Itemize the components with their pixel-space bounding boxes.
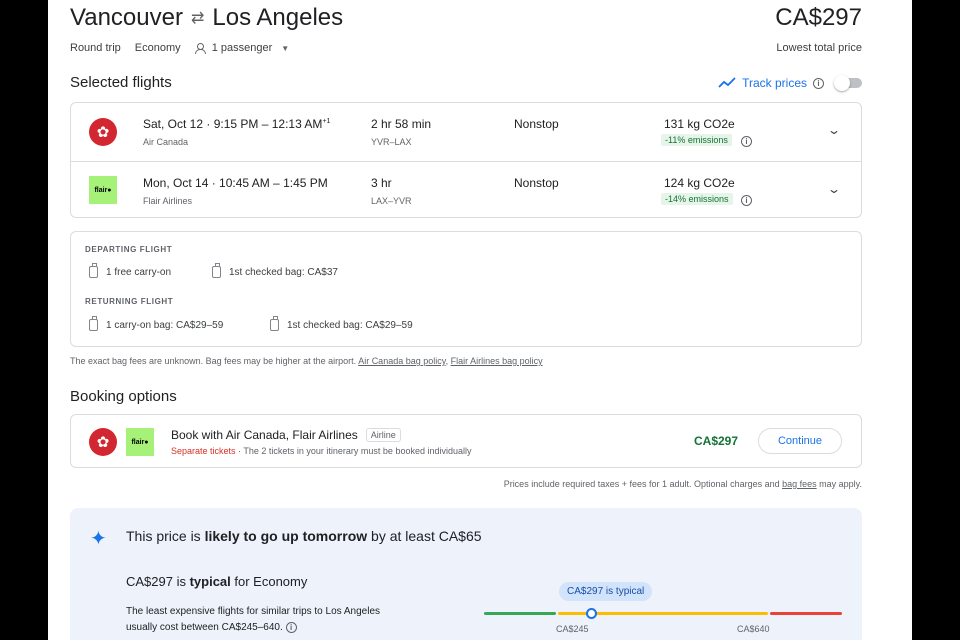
flight-airports: LAX–YVR — [371, 196, 412, 206]
current-price-marker — [586, 608, 597, 619]
next-day-indicator: +1 — [322, 118, 331, 125]
checked-bag-icon — [270, 316, 279, 331]
price-level-value: typical — [189, 574, 231, 589]
returning-flight-header: RETURNING FLIGHT — [85, 297, 174, 306]
trip-type: Round trip — [70, 42, 121, 54]
flight-airline: Flair Airlines — [143, 196, 193, 206]
continue-button[interactable]: Continue — [758, 428, 842, 454]
price-level-suffix: for Economy — [230, 574, 308, 589]
total-price: CA$297 — [775, 4, 862, 31]
departing-checked-bag-text: 1st checked bag: CA$37 — [229, 266, 338, 278]
air-canada-logo: ✿ — [89, 428, 117, 456]
booking-options-title: Booking options — [70, 388, 177, 405]
info-icon[interactable]: i — [813, 77, 824, 89]
bag-note-text: The exact bag fees are unknown. Bag fees… — [70, 356, 359, 366]
booking-price: CA$297 — [694, 434, 739, 448]
separate-tickets-note: · The 2 tickets in your itinerary must b… — [235, 446, 472, 456]
sparkle-icon: ✦ — [90, 528, 107, 550]
air-canada-logo: ✿ — [89, 118, 117, 146]
price-prediction: This price is likely to go up tomorrow b… — [126, 528, 482, 544]
booking-option-card: ✿ flair● Book with Air Canada, Flair Air… — [70, 414, 862, 468]
fee-note-suffix: may apply. — [816, 479, 862, 489]
bag-fees-card: DEPARTING FLIGHT 1 free carry-on 1st che… — [70, 231, 862, 347]
info-icon[interactable]: i — [285, 622, 297, 633]
trend-icon — [718, 77, 736, 88]
price-level-summary: CA$297 is typical for Economy — [126, 574, 307, 589]
prediction-prefix: This price is — [126, 528, 205, 544]
price-insights-panel: ✦ This price is likely to go up tomorrow… — [70, 508, 862, 640]
flight-airports: YVR–LAX — [371, 137, 412, 147]
cabin-class: Economy — [134, 42, 181, 54]
range-high-label: CA$640 — [737, 624, 770, 634]
price-range-high-segment — [770, 612, 842, 615]
booking-provider: Book with Air Canada, Flair Airlines Air… — [171, 428, 401, 442]
fee-note-text: Prices include required taxes + fees for… — [503, 479, 783, 489]
origin-city: Vancouver — [70, 4, 183, 31]
flight-time-text: Sat, Oct 12 · 9:15 PM – 12:13 AM — [143, 117, 323, 131]
prediction-emphasis: likely to go up tomorrow — [204, 528, 368, 544]
chevron-down-icon[interactable]: ⌄ — [827, 123, 841, 137]
range-low-label: CA$245 — [556, 624, 589, 634]
chevron-down-icon: ▼ — [281, 44, 290, 53]
price-range-description: The least expensive flights for similar … — [126, 604, 406, 636]
emissions-badge: -11% emissions — [661, 134, 732, 146]
person-icon — [194, 42, 206, 54]
flair-logo: flair● — [126, 428, 154, 456]
booking-subtext: Separate tickets · The 2 tickets in your… — [171, 446, 472, 456]
route-title: Vancouver ⇄ Los Angeles — [70, 4, 343, 32]
air-canada-bag-policy-link[interactable]: Air Canada bag policy — [358, 356, 445, 366]
separate-tickets-label: Separate tickets — [171, 446, 236, 456]
swap-icon: ⇄ — [190, 10, 205, 27]
departing-checked-bag: 1st checked bag: CA$37 — [212, 263, 338, 278]
prediction-suffix: by at least CA$65 — [367, 528, 482, 544]
departing-flight-header: DEPARTING FLIGHT — [85, 245, 173, 254]
flight-duration: 2 hr 58 min — [371, 117, 432, 131]
flight-date-time: Sat, Oct 12 · 9:15 PM – 12:13 AM+1 — [143, 117, 330, 131]
flight-co2: 131 kg CO2e — [664, 117, 735, 131]
carry-on-bag-icon — [89, 316, 98, 331]
selected-flights-card: ✿ Sat, Oct 12 · 9:15 PM – 12:13 AM+1 Air… — [70, 102, 862, 218]
departing-carry-on-text: 1 free carry-on — [106, 266, 172, 278]
checked-bag-icon — [212, 263, 221, 278]
airline-badge: Airline — [365, 428, 401, 442]
book-with-label: Book with Air Canada, Flair Airlines — [171, 428, 358, 442]
departing-carry-on: 1 free carry-on — [89, 263, 172, 278]
emissions-badge: -14% emissions — [661, 193, 733, 205]
typical-price-pill: CA$297 is typical — [559, 582, 653, 601]
flight-duration: 3 hr — [371, 176, 392, 190]
chevron-down-icon[interactable]: ⌄ — [827, 182, 841, 196]
track-prices-label: Track prices — [742, 76, 807, 90]
info-icon[interactable]: i — [741, 136, 752, 147]
returning-checked-bag: 1st checked bag: CA$29–59 — [270, 316, 413, 331]
flight-row-return[interactable]: flair● Mon, Oct 14 · 10:45 AM – 1:45 PM … — [71, 161, 861, 219]
flight-stops: Nonstop — [514, 176, 559, 190]
price-range-low-segment — [484, 612, 556, 615]
flight-row-outbound[interactable]: ✿ Sat, Oct 12 · 9:15 PM – 12:13 AM+1 Air… — [71, 103, 861, 161]
destination-city: Los Angeles — [212, 4, 344, 31]
flight-airline: Air Canada — [143, 137, 189, 147]
track-prices-toggle[interactable] — [834, 75, 862, 91]
price-level-prefix: CA$297 is — [126, 574, 190, 589]
price-label: Lowest total price — [776, 42, 862, 54]
returning-carry-on-text: 1 carry-on bag: CA$29–59 — [106, 319, 224, 331]
trip-options: Round trip Economy 1 passenger ▼ Lowest … — [70, 40, 862, 58]
bag-fees-note: The exact bag fees are unknown. Bag fees… — [70, 356, 543, 366]
track-prices[interactable]: Track prices i — [718, 75, 862, 91]
flight-stops: Nonstop — [514, 117, 559, 131]
flight-date-time: Mon, Oct 14 · 10:45 AM – 1:45 PM — [143, 176, 328, 190]
bag-fees-link[interactable]: bag fees — [782, 479, 817, 489]
price-disclaimer: Prices include required taxes + fees for… — [70, 479, 862, 489]
flair-logo: flair● — [89, 176, 117, 204]
flair-bag-policy-link[interactable]: Flair Airlines bag policy — [451, 356, 543, 366]
flight-details-page: Vancouver ⇄ Los Angeles CA$297 Round tri… — [48, 0, 912, 640]
trip-header: Vancouver ⇄ Los Angeles CA$297 — [70, 0, 862, 40]
returning-carry-on: 1 carry-on bag: CA$29–59 — [89, 316, 224, 331]
passenger-count: 1 passenger — [211, 42, 273, 54]
carry-on-bag-icon — [89, 263, 98, 278]
returning-checked-bag-text: 1st checked bag: CA$29–59 — [287, 319, 413, 331]
info-icon[interactable]: i — [741, 195, 752, 206]
price-range-text: The least expensive flights for similar … — [126, 606, 381, 633]
passenger-selector[interactable]: 1 passenger ▼ — [194, 42, 290, 54]
flight-co2: 124 kg CO2e — [664, 176, 735, 190]
